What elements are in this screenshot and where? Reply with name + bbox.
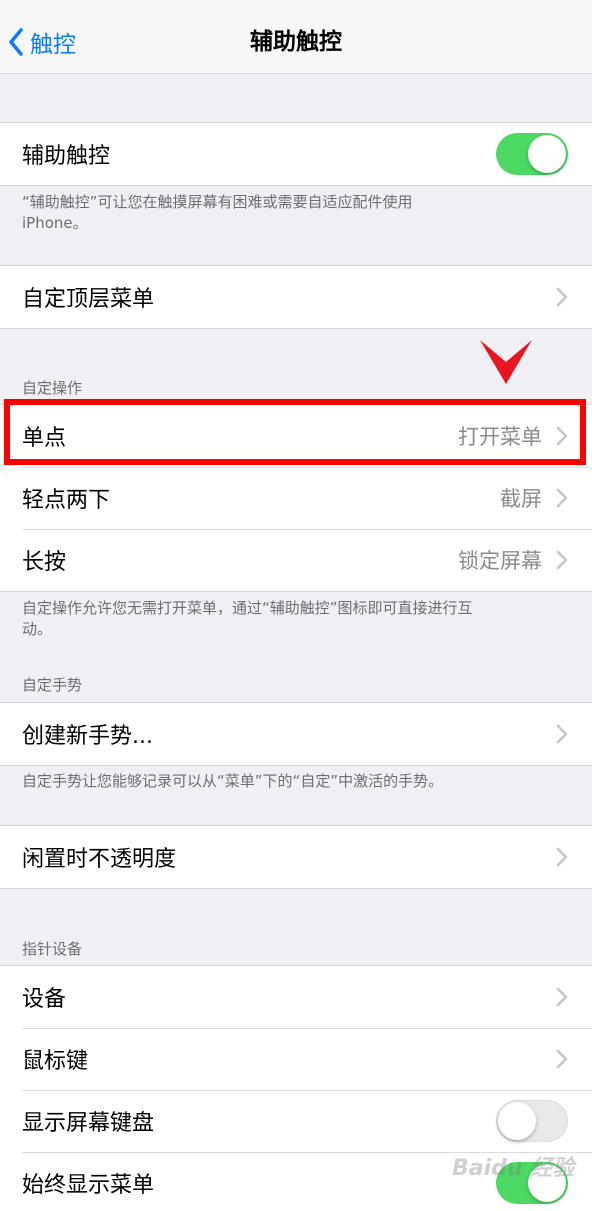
- top-menu-group: 自定顶层菜单: [0, 265, 592, 329]
- arrow-down-icon: [480, 340, 532, 384]
- double-tap-label: 轻点两下: [22, 488, 111, 513]
- chevron-right-icon: [556, 488, 568, 508]
- show-keyboard-label: 显示屏幕键盘: [22, 1111, 155, 1136]
- assistive-touch-toggle[interactable]: [496, 133, 568, 175]
- assistive-touch-group: 辅助触控: [0, 122, 592, 186]
- chevron-right-icon: [556, 724, 568, 744]
- mouse-keys-row[interactable]: 鼠标键: [0, 1028, 592, 1090]
- idle-opacity-group: 闲置时不透明度: [0, 825, 592, 889]
- chevron-right-icon: [556, 550, 568, 570]
- custom-gestures-footer: 自定手势让您能够记录可以从“菜单”下的“自定”中激活的手势。: [22, 772, 444, 790]
- custom-gestures-header: 自定手势: [22, 676, 83, 694]
- chevron-right-icon: [556, 287, 568, 307]
- custom-actions-footer: 自定操作允许您无需打开菜单，通过“辅助触控”图标即可直接进行互动。: [22, 599, 473, 638]
- double-tap-value: 截屏: [500, 487, 542, 511]
- toggle-knob: [528, 135, 566, 173]
- create-gesture-row[interactable]: 创建新手势...: [0, 703, 592, 765]
- always-show-menu-label: 始终显示菜单: [22, 1173, 155, 1198]
- long-press-value: 锁定屏幕: [458, 549, 542, 573]
- top-menu-label: 自定顶层菜单: [22, 287, 155, 312]
- navigation-bar: 触控 辅助触控: [0, 0, 592, 74]
- idle-opacity-row[interactable]: 闲置时不透明度: [0, 826, 592, 888]
- watermark: Baidu 经验: [452, 1156, 575, 1181]
- pointer-devices-header: 指针设备: [22, 940, 83, 958]
- assistive-touch-footer: “辅助触控”可让您在触摸屏幕有困难或需要自适应配件使用 iPhone。: [22, 193, 413, 232]
- page-title: 辅助触控: [250, 29, 342, 55]
- top-menu-row[interactable]: 自定顶层菜单: [0, 266, 592, 328]
- idle-opacity-label: 闲置时不透明度: [22, 847, 177, 872]
- custom-actions-header: 自定操作: [22, 379, 83, 397]
- long-press-row[interactable]: 长按 锁定屏幕: [0, 529, 592, 591]
- long-press-label: 长按: [22, 550, 67, 575]
- show-keyboard-toggle[interactable]: [496, 1100, 568, 1142]
- single-tap-value: 打开菜单: [458, 425, 542, 449]
- devices-row[interactable]: 设备: [0, 966, 592, 1028]
- show-keyboard-row: 显示屏幕键盘: [0, 1090, 592, 1152]
- devices-label: 设备: [22, 987, 67, 1012]
- custom-gestures-group: 创建新手势...: [0, 702, 592, 766]
- mouse-keys-label: 鼠标键: [22, 1049, 89, 1074]
- assistive-touch-row: 辅助触控: [0, 123, 592, 185]
- custom-actions-group: 单点 打开菜单 轻点两下 截屏 长按 锁定屏幕: [0, 404, 592, 592]
- double-tap-row[interactable]: 轻点两下 截屏: [0, 467, 592, 529]
- single-tap-row[interactable]: 单点 打开菜单: [0, 405, 592, 467]
- chevron-right-icon: [556, 847, 568, 867]
- single-tap-label: 单点: [22, 426, 67, 451]
- toggle-knob: [498, 1102, 536, 1140]
- chevron-right-icon: [556, 426, 568, 446]
- chevron-right-icon: [556, 987, 568, 1007]
- create-gesture-label: 创建新手势...: [22, 724, 153, 749]
- assistive-touch-label: 辅助触控: [22, 144, 111, 169]
- chevron-right-icon: [556, 1049, 568, 1069]
